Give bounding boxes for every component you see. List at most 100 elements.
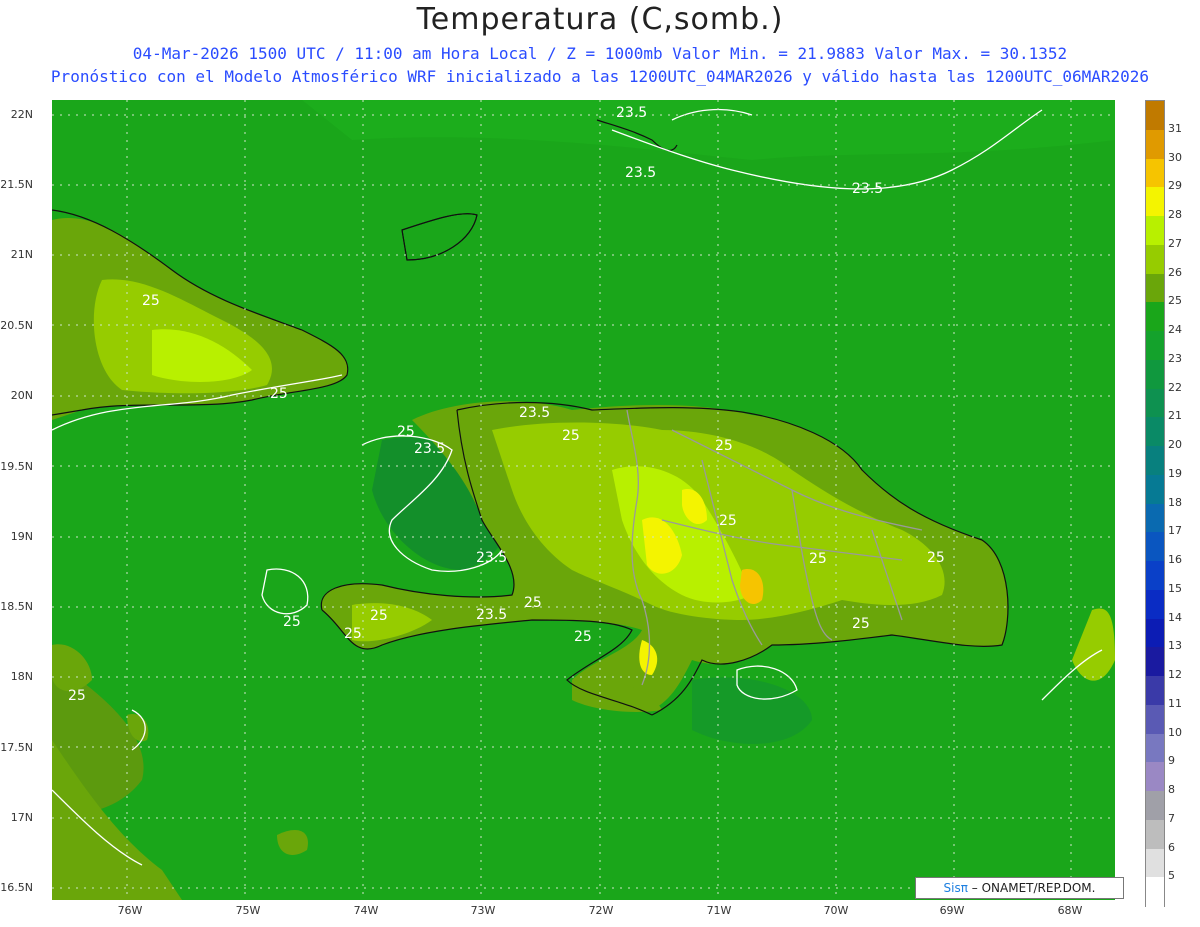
lon-label: 73W <box>470 904 496 917</box>
colorbar-label: 27 <box>1168 236 1182 250</box>
colorbar-swatch <box>1146 791 1164 821</box>
lon-label: 75W <box>235 904 261 917</box>
lon-label: 74W <box>353 904 379 917</box>
contour-label: 23.5 <box>476 550 507 566</box>
colorbar-swatch <box>1146 503 1164 533</box>
colorbar-swatch <box>1146 618 1164 648</box>
contour-label: 23.5 <box>414 441 445 457</box>
colorbar-label: 26 <box>1168 265 1182 279</box>
lat-label: 20N <box>10 389 33 402</box>
lat-label: 17.5N <box>0 741 33 754</box>
contour-label: 25 <box>715 438 733 454</box>
colorbar-label: 28 <box>1168 208 1182 221</box>
colorbar-swatch <box>1146 733 1164 763</box>
contour-label: 23.5 <box>519 405 550 421</box>
colorbar-swatch <box>1146 561 1164 591</box>
colorbar-swatch <box>1146 101 1164 131</box>
colorbar-label: 5 <box>1168 869 1175 883</box>
colorbar-swatch <box>1146 216 1164 246</box>
lat-label: 21.5N <box>0 178 33 191</box>
colorbar-swatch <box>1146 331 1164 361</box>
contour-label: 25 <box>927 550 945 566</box>
colorbar-swatch <box>1146 187 1164 217</box>
lat-label: 19.5N <box>0 460 33 473</box>
lat-label: 20.5N <box>0 319 33 332</box>
colorbar-swatch <box>1146 273 1164 303</box>
lon-label: 70W <box>823 904 849 917</box>
colorbar-swatch <box>1146 589 1164 619</box>
colorbar-swatch <box>1146 704 1164 734</box>
colorbar-label: 29 <box>1168 179 1182 193</box>
lon-label: 76W <box>117 904 143 917</box>
contour-label: 25 <box>524 595 542 611</box>
colorbar-label: 9 <box>1168 754 1175 768</box>
colorbar-label: 19 <box>1168 466 1182 480</box>
colorbar-swatch <box>1146 647 1164 677</box>
contour-label: 25 <box>370 608 388 624</box>
colorbar-swatch <box>1146 302 1164 332</box>
lat-label: 16.5N <box>0 881 33 894</box>
colorbar-label: 11 <box>1168 696 1182 710</box>
credit-text: – ONAMET/REP.DOM. <box>967 881 1096 895</box>
lat-label: 18N <box>10 670 33 683</box>
credit-brand: Sisπ <box>943 881 968 895</box>
colorbar-swatch <box>1146 676 1164 706</box>
colorbar-swatch <box>1146 877 1164 907</box>
contour-label: 25 <box>270 386 288 402</box>
contour-label: 23.5 <box>616 105 647 121</box>
colorbar-label: 21 <box>1168 409 1182 423</box>
colorbar-label: 10 <box>1168 725 1182 739</box>
lon-label: 71W <box>706 904 732 917</box>
lat-label: 19N <box>10 530 33 543</box>
colorbar-swatch <box>1146 417 1164 447</box>
lat-label: 21N <box>10 248 33 261</box>
contour-label: 25 <box>283 614 301 630</box>
contour-label: 25 <box>809 551 827 567</box>
colorbar-swatch <box>1146 129 1164 159</box>
colorbar-label: 18 <box>1168 495 1182 509</box>
colorbar-swatch <box>1146 819 1164 849</box>
contour-label: 25 <box>574 629 592 645</box>
contour-label: 23.5 <box>476 607 507 623</box>
colorbar-label: 17 <box>1168 524 1182 538</box>
colorbar-swatch <box>1146 474 1164 504</box>
colorbar-swatch <box>1146 388 1164 418</box>
colorbar-swatch <box>1146 532 1164 562</box>
colorbar-label: 16 <box>1168 553 1182 566</box>
lon-label: 72W <box>588 904 614 917</box>
colorbar-label: 15 <box>1168 581 1182 595</box>
colorbar-swatch <box>1146 244 1164 274</box>
colorbar-label: 30 <box>1168 150 1182 164</box>
colorbar-label: 12 <box>1168 668 1182 681</box>
lon-label: 68W <box>1057 904 1083 917</box>
contour-label: 23.5 <box>625 165 656 181</box>
colorbar-label: 13 <box>1168 639 1182 653</box>
colorbar-label: 22 <box>1168 380 1182 394</box>
colorbar-label: 24 <box>1168 323 1182 336</box>
contour-label: 25 <box>852 616 870 632</box>
credit-box: Sisπ – ONAMET/REP.DOM. <box>915 877 1124 899</box>
colorbar-label: 8 <box>1168 783 1175 796</box>
contour-label: 25 <box>142 293 160 309</box>
colorbar-label: 20 <box>1168 438 1182 451</box>
cuba-landmass <box>52 218 348 420</box>
colorbar-swatch <box>1146 762 1164 792</box>
colorbar-label: 7 <box>1168 811 1175 825</box>
contour-label: 25 <box>562 428 580 444</box>
contour-label: 25 <box>68 688 86 704</box>
map-subtitle-model-info: Pronóstico con el Modelo Atmosférico WRF… <box>50 67 1150 86</box>
lat-label: 17N <box>10 811 33 824</box>
contour-label: 25 <box>344 626 362 642</box>
lat-label: 18.5N <box>0 600 33 613</box>
colorbar-label: 6 <box>1168 840 1175 854</box>
map-title: Temperatura (C,somb.) <box>416 2 784 37</box>
colorbar-swatch <box>1146 158 1164 188</box>
colorbar-swatch <box>1146 848 1164 878</box>
map-subtitle-valid-time: 04-Mar-2026 1500 UTC / 11:00 am Hora Loc… <box>132 44 1068 63</box>
temperature-field-svg: 23.5 23.5 23.5 23.5 23.5 23.5 23.5 25 25… <box>52 100 1115 900</box>
colorbar-label: 14 <box>1168 610 1182 624</box>
lat-label: 22N <box>10 108 33 121</box>
contour-label: 25 <box>397 424 415 440</box>
temperature-map: 23.5 23.5 23.5 23.5 23.5 23.5 23.5 25 25… <box>52 100 1115 900</box>
contour-label: 25 <box>719 513 737 529</box>
